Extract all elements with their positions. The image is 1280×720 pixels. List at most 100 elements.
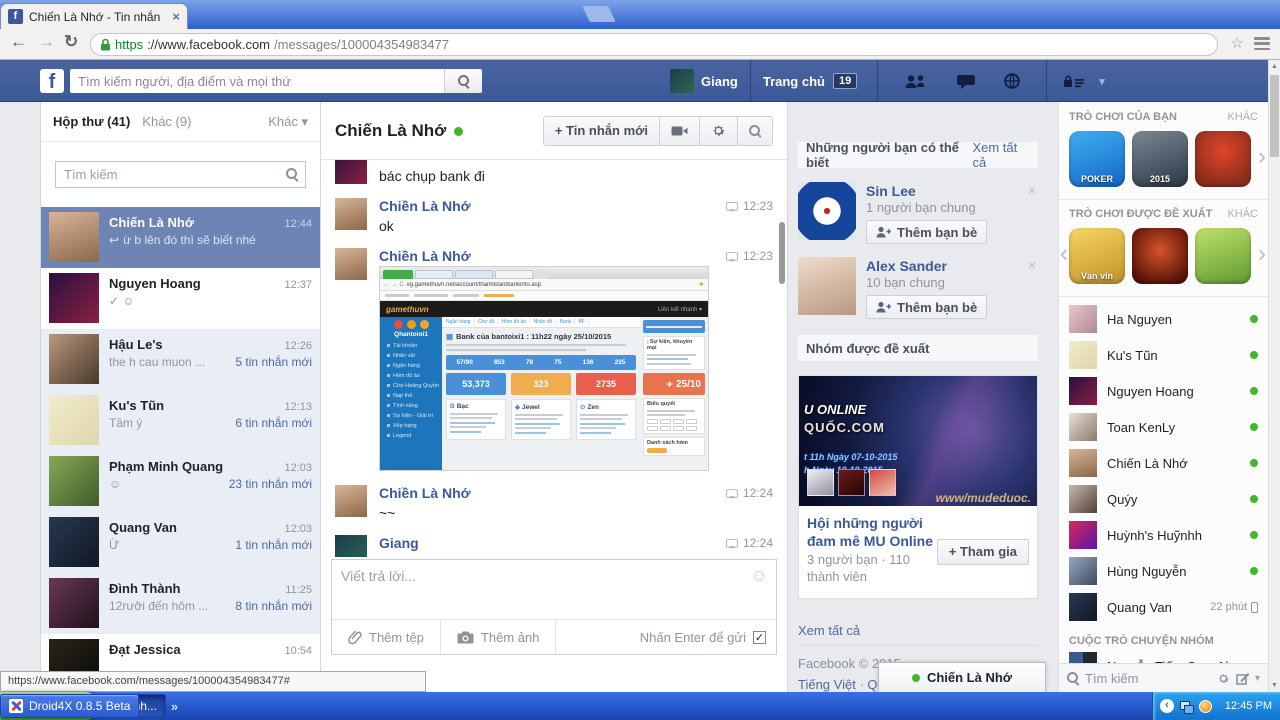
- close-icon[interactable]: ×: [1028, 257, 1036, 273]
- profile-link[interactable]: Giang: [701, 74, 738, 89]
- reply-input[interactable]: [332, 560, 776, 618]
- search-conversation-button[interactable]: [737, 117, 772, 145]
- game-icon[interactable]: POKER: [1069, 131, 1125, 187]
- tab-close-icon[interactable]: ×: [172, 9, 180, 24]
- chat-friend-item[interactable]: Quang Van 22 phút: [1069, 589, 1258, 625]
- address-bar[interactable]: https://www.facebook.com/messages/100004…: [90, 33, 1218, 56]
- browser-menu-icon[interactable]: [1254, 37, 1270, 50]
- chevron-right-icon[interactable]: ›: [1258, 145, 1266, 169]
- game-icon[interactable]: [1195, 131, 1251, 187]
- chevron-down-icon[interactable]: ▾: [1255, 673, 1260, 684]
- add-friend-button[interactable]: Thêm bạn bè: [866, 220, 987, 244]
- add-photo-button[interactable]: Thêm ảnh: [441, 620, 557, 654]
- more-games-link[interactable]: KHÁC: [1227, 208, 1258, 220]
- chat-friend-item[interactable]: Ku's Tũn: [1069, 337, 1258, 373]
- new-tab-button[interactable]: [582, 6, 615, 22]
- attached-screenshot-image[interactable]: ← → Cvg.gamethuvn.net/account/thanhtoan/…: [379, 266, 709, 471]
- game-icon[interactable]: 2015: [1132, 131, 1188, 187]
- sender-name[interactable]: Chiền Là Nhớ: [379, 485, 471, 501]
- chat-friend-item[interactable]: Nguyen Hoang: [1069, 373, 1258, 409]
- conversation-item[interactable]: Đình Thành 11:25 ↩ 12rưỡi đến hôm ... 8 …: [41, 573, 320, 634]
- facebook-search-input[interactable]: [70, 69, 444, 93]
- home-link[interactable]: Trang chủ: [763, 74, 825, 89]
- chat-friend-item[interactable]: Huỳnh's Huỹnhh: [1069, 517, 1258, 553]
- notifications-globe-icon[interactable]: [1004, 73, 1020, 89]
- avatar[interactable]: [798, 182, 856, 240]
- sender-name[interactable]: Chiền Là Nhớ: [379, 248, 471, 264]
- conversation-item[interactable]: Nguyen Hoang 12:37 ↩ ✓ ☺: [41, 268, 320, 329]
- network-icon[interactable]: [1180, 701, 1193, 712]
- tray-collapse-icon[interactable]: ‹: [1160, 699, 1174, 713]
- bookmark-star-icon[interactable]: ☆: [1231, 34, 1244, 52]
- see-all-link[interactable]: Xem tất cả: [798, 623, 1038, 638]
- gear-icon[interactable]: [1217, 672, 1230, 685]
- conversation-item[interactable]: Phạm Minh Quang 12:03 ↩ ☺ 23 tin nhắn mớ…: [41, 451, 320, 512]
- chat-search-input[interactable]: [1085, 671, 1211, 686]
- settings-button[interactable]: [699, 117, 737, 145]
- conversation-item[interactable]: Chiến Là Nhớ 12:44 ↩ ừ b lên đó thì sẽ b…: [41, 207, 320, 268]
- group-ad-image[interactable]: U ONLINE QUỐC.COM t 11h Ngày 07-10-2015 …: [799, 376, 1037, 506]
- conversation-item[interactable]: Ku's Tũn 12:13 ↩ Tầm ý 6 tin nhắn mới: [41, 390, 320, 451]
- scroll-down-icon[interactable]: ▼: [1269, 679, 1280, 692]
- conversation-item[interactable]: Quang Van 12:03 ↩ Ừ 1 tin nhắn mới: [41, 512, 320, 573]
- group-name-link[interactable]: Hội những người đam mê MU Online: [807, 515, 955, 550]
- friend-name: Hùng Nguyễn: [1107, 564, 1187, 579]
- tab-other[interactable]: Khác (9): [142, 114, 191, 129]
- divider: [1046, 60, 1047, 102]
- your-games-header: TRÒ CHƠI CỦA BẠN KHÁC: [1069, 111, 1258, 123]
- game-icon[interactable]: [1132, 228, 1188, 284]
- messages-icon[interactable]: [956, 74, 976, 89]
- message-scrollbar[interactable]: [779, 222, 785, 284]
- chevron-left-icon[interactable]: ‹: [1060, 242, 1068, 266]
- emoticon-icon[interactable]: ☺: [751, 566, 768, 586]
- inbox-search-input[interactable]: [55, 161, 306, 188]
- join-group-button[interactable]: + Tham gia: [937, 539, 1029, 565]
- back-icon[interactable]: ←: [10, 32, 27, 52]
- game-icon[interactable]: Vạn vin: [1069, 228, 1125, 284]
- add-friend-button[interactable]: Thêm bạn bè: [866, 295, 987, 319]
- see-all-link[interactable]: Xem tất cả: [972, 140, 1030, 170]
- privacy-shortcuts-icon[interactable]: [1063, 74, 1085, 88]
- avatar[interactable]: [670, 69, 694, 93]
- online-status-dot: [1250, 387, 1258, 395]
- chat-friend-item[interactable]: Toan KenLy: [1069, 409, 1258, 445]
- game-icon[interactable]: [1195, 228, 1251, 284]
- inbox-filter-dropdown[interactable]: Khác ▾: [268, 114, 308, 130]
- suggested-friend-name[interactable]: Alex Sander: [866, 258, 987, 274]
- enter-to-send-toggle[interactable]: Nhấn Enter để gửi ✓: [640, 630, 776, 645]
- tab-inbox[interactable]: Hộp thư (41): [53, 114, 130, 129]
- add-file-button[interactable]: Thêm tệp: [332, 620, 441, 654]
- conversation-item[interactable]: Hậu Le's 12:26 ↩ the h cau muon ... 5 ti…: [41, 329, 320, 390]
- chat-window-tab[interactable]: Chiến Là Nhớ: [878, 662, 1046, 692]
- browser-tab[interactable]: f Chiến Là Nhớ - Tin nhắn ×: [0, 3, 188, 29]
- overflow-chevron-icon[interactable]: »: [171, 699, 178, 714]
- close-icon[interactable]: ×: [1028, 182, 1036, 198]
- forward-icon[interactable]: →: [38, 32, 55, 52]
- page-scrollbar[interactable]: ▲ ▼: [1268, 60, 1280, 692]
- facebook-logo[interactable]: f: [40, 69, 64, 93]
- friend-requests-icon[interactable]: [904, 74, 928, 89]
- chevron-down-icon[interactable]: ▾: [1099, 75, 1105, 88]
- suggested-group-card: U ONLINE QUỐC.COM t 11h Ngày 07-10-2015 …: [798, 375, 1038, 599]
- search-button[interactable]: [444, 69, 482, 93]
- new-message-button[interactable]: + Tin nhắn mới: [544, 117, 659, 145]
- suggested-friend-name[interactable]: Sin Lee: [866, 183, 987, 199]
- taskbar-task-button[interactable]: Droid4X 0.8.5 Beta: [0, 694, 139, 718]
- sender-name[interactable]: Chiền Là Nhớ: [379, 198, 471, 214]
- scrollbar-thumb[interactable]: [1270, 75, 1279, 157]
- reload-icon[interactable]: ↻: [64, 32, 78, 52]
- sender-name[interactable]: Giang: [379, 535, 419, 551]
- clock-icon[interactable]: [1199, 700, 1212, 713]
- chat-friend-item[interactable]: Hùng Nguyễn: [1069, 553, 1258, 589]
- compose-icon[interactable]: [1236, 672, 1249, 685]
- scroll-up-icon[interactable]: ▲: [1269, 60, 1280, 73]
- chat-friend-item[interactable]: Chiến Là Nhớ: [1069, 445, 1258, 481]
- footer-link[interactable]: Tiếng Việt: [798, 677, 867, 692]
- chevron-right-icon[interactable]: ›: [1258, 242, 1266, 266]
- video-call-button[interactable]: [659, 117, 699, 145]
- more-games-link[interactable]: KHÁC: [1227, 111, 1258, 123]
- chat-friend-item[interactable]: Ha Nguyen: [1069, 301, 1258, 337]
- chat-friend-item[interactable]: Quýy: [1069, 481, 1258, 517]
- checkbox-checked-icon[interactable]: ✓: [753, 631, 766, 644]
- avatar[interactable]: [798, 257, 856, 315]
